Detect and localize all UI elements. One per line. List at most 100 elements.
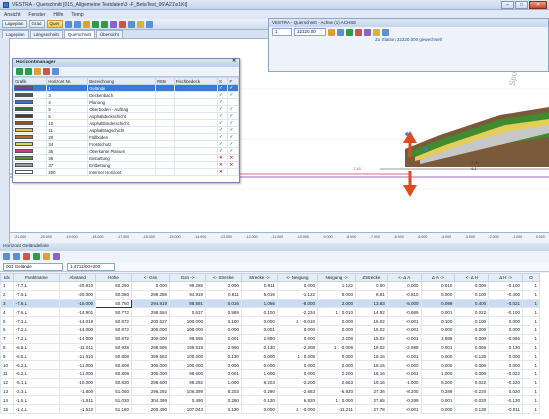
- grid-cell[interactable]: 13: [0, 386, 14, 397]
- grid-cell[interactable]: 1.066: [240, 298, 278, 309]
- grid-cell[interactable]: 0.000: [454, 368, 490, 379]
- grid-row[interactable]: 15 -1.4,L -1.510 51.160 200.490 107.043 0.130 0…: [0, 404, 541, 414]
- grid-cell[interactable]: 15.02: [355, 324, 388, 335]
- grid-cell[interactable]: 0.289: [420, 386, 456, 397]
- grid-cell[interactable]: -2.208: [276, 342, 318, 353]
- prev-station-icon[interactable]: [328, 28, 335, 36]
- grid-cell[interactable]: 0.001: [240, 324, 278, 335]
- grid-column-header[interactable]: Δ H ->: [488, 273, 523, 282]
- grid-cell[interactable]: 0.810: [420, 281, 456, 291]
- grid-cell[interactable]: -0.000: [386, 360, 422, 370]
- grid-cell[interactable]: 0.637: [169, 307, 206, 318]
- grid-cell[interactable]: 0.000: [316, 360, 357, 370]
- grid-cell[interactable]: 1: [521, 333, 541, 344]
- grid-column-header[interactable]: Abstand: [59, 273, 97, 282]
- grid-cell[interactable]: -7.2,L: [12, 324, 61, 335]
- grid-cell[interactable]: -14.000: [59, 324, 97, 335]
- grid-cell[interactable]: 1: [521, 377, 541, 388]
- grid-cell[interactable]: 8.000: [316, 289, 357, 300]
- grid-cell[interactable]: 298.595: [131, 342, 171, 353]
- grid-cell[interactable]: 2.000: [316, 298, 357, 309]
- grid-cell[interactable]: 0.130: [240, 395, 278, 406]
- grid-cell[interactable]: 106.399: [169, 386, 206, 397]
- grid-cell[interactable]: 11: [0, 368, 14, 379]
- grid-cell[interactable]: 0.001: [420, 395, 456, 406]
- grid-cell[interactable]: 0.130: [488, 342, 523, 353]
- grid-cell[interactable]: -20.810: [59, 281, 97, 291]
- horizon-row[interactable]: 6 Asphaltdeckschicht ✓ ✓: [12, 112, 239, 120]
- grid-cell[interactable]: 8.81: [355, 289, 388, 300]
- grid-cell[interactable]: 0.000: [204, 324, 242, 335]
- grid-cell[interactable]: -0.011: [488, 404, 523, 414]
- grid-cell[interactable]: 18.16: [355, 368, 388, 379]
- grid-cell[interactable]: 0.490: [169, 395, 206, 406]
- grid-cell[interactable]: 5: [0, 316, 14, 326]
- grid-cell[interactable]: 13.83: [355, 298, 388, 309]
- range-select[interactable]: 1,4712/00+200: [67, 262, 115, 271]
- grid-cell[interactable]: 0.100: [420, 316, 456, 326]
- grid-row[interactable]: 10 -6.2,L -11.000 50.808 300.000 100.000 0.000…: [0, 360, 541, 370]
- grid-cell[interactable]: -0.810: [386, 289, 422, 300]
- grid-cell[interactable]: -7.3,L: [12, 316, 61, 326]
- grid-cell[interactable]: 0.000: [488, 316, 523, 326]
- grid-cell[interactable]: 0.000: [240, 360, 278, 370]
- grid-cell[interactable]: 399.553: [131, 351, 171, 362]
- grid-cell[interactable]: -7.6,L: [12, 298, 61, 309]
- import-icon[interactable]: [34, 68, 41, 75]
- grid-cell[interactable]: 0.000: [240, 404, 278, 414]
- grid-cell[interactable]: 1 : 0.010: [316, 307, 357, 318]
- grid-cell[interactable]: -0.021: [488, 298, 523, 309]
- tab-querschnitt[interactable]: Querschnitt: [63, 30, 95, 38]
- grid-cell[interactable]: -1.000: [386, 377, 422, 388]
- grid-cell[interactable]: 51.030: [95, 395, 133, 406]
- settings-icon[interactable]: [136, 20, 144, 28]
- horizon-row[interactable]: 3 Deckenbach ✓ ✓: [12, 91, 239, 99]
- grid-cell[interactable]: 27.36: [355, 386, 388, 397]
- grid-cell[interactable]: 0.130: [204, 351, 242, 362]
- grid-cell[interactable]: 1: [521, 298, 541, 309]
- grid-cell[interactable]: 1 : 0.000: [316, 395, 357, 406]
- menu-ansicht[interactable]: Ansicht: [4, 12, 20, 18]
- grid-cell[interactable]: 0.000: [204, 360, 242, 370]
- grid-cell[interactable]: 50.938: [95, 342, 133, 353]
- grid-cell[interactable]: 0.989: [204, 307, 242, 318]
- grid-cell[interactable]: -7.6,L: [12, 289, 61, 300]
- zoom-in-icon[interactable]: [91, 20, 99, 28]
- print-icon[interactable]: [127, 20, 135, 28]
- grid-row[interactable]: 2 -7.6,L -20.000 50.350 299.286 94.919 0.811 5.…: [0, 289, 541, 300]
- tab-uebersicht[interactable]: Übersicht: [95, 30, 123, 38]
- grid-cell[interactable]: 0.000: [276, 324, 318, 335]
- grid-cell[interactable]: 0.811: [204, 289, 242, 300]
- grid-cell[interactable]: 0.130: [204, 404, 242, 414]
- grid-cell[interactable]: 1: [0, 281, 14, 291]
- horizon-row[interactable]: 35 Oberkante Planum ✓ ✓: [12, 147, 239, 155]
- grid-cell[interactable]: 50.250: [95, 281, 133, 291]
- grid-column-header[interactable]: <- Δ H: [454, 273, 490, 282]
- grid-cell[interactable]: 0.000: [386, 281, 422, 291]
- grid-cell[interactable]: 50.350: [95, 289, 133, 300]
- grid-cell[interactable]: -20.000: [59, 289, 97, 300]
- grid-cell[interactable]: 50.872: [95, 333, 133, 344]
- grid-cell[interactable]: 1: [521, 316, 541, 326]
- grid-cell[interactable]: 299.286: [131, 289, 171, 300]
- grid-cell[interactable]: 0.022: [454, 377, 490, 388]
- grid-cell[interactable]: -8.000: [276, 298, 318, 309]
- grid-cell[interactable]: 0.000: [488, 360, 523, 370]
- grid-cell[interactable]: 27.78: [355, 404, 388, 414]
- grid-cell[interactable]: 1.000: [204, 377, 242, 388]
- grid-cell[interactable]: 1: [521, 351, 541, 362]
- grid-cell[interactable]: 100.000: [169, 316, 206, 326]
- grid-cell[interactable]: 2.208: [316, 333, 357, 344]
- grid-cell[interactable]: 1: [521, 395, 541, 406]
- grid-row[interactable]: 5 -7.3,L -14.019 50.872 200.637 100.000 0.100 0…: [0, 316, 541, 326]
- grid-cell[interactable]: -0.001: [386, 316, 422, 326]
- grid-cell[interactable]: 0.000: [316, 316, 357, 326]
- grid-cell[interactable]: 0.020: [488, 386, 523, 397]
- grid-cell[interactable]: 3: [0, 298, 14, 309]
- grid-cell[interactable]: 200.637: [131, 316, 171, 326]
- delete-horizon-icon[interactable]: [43, 68, 50, 75]
- horizon-row[interactable]: 200 Interner Horizont ✕: [12, 168, 239, 176]
- grid-cell[interactable]: 200.490: [131, 404, 171, 414]
- grid-cell[interactable]: -0.130: [454, 351, 490, 362]
- grid-cell[interactable]: 2: [0, 289, 14, 300]
